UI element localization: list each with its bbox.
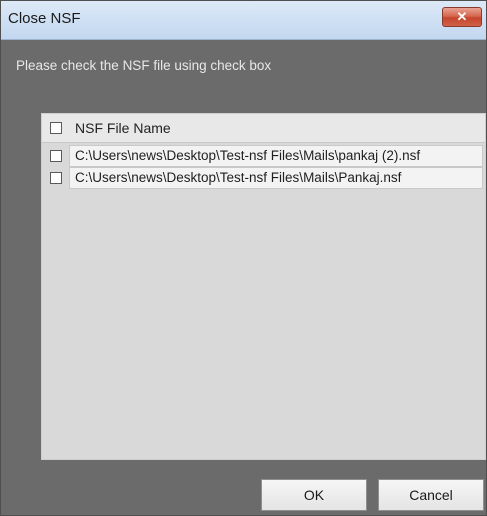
- file-path-cell: C:\Users\news\Desktop\Test-nsf Files\Mai…: [69, 145, 483, 167]
- list-header: NSF File Name: [42, 114, 485, 143]
- instruction-text: Please check the NSF file using check bo…: [16, 58, 272, 73]
- file-path-cell: C:\Users\news\Desktop\Test-nsf Files\Mai…: [69, 167, 483, 189]
- close-nsf-dialog: Close NSF ✕ Please check the NSF file us…: [0, 0, 487, 516]
- select-all-checkbox[interactable]: [50, 122, 62, 134]
- row-checkbox[interactable]: [50, 172, 62, 184]
- column-header-nsf-file-name: NSF File Name: [75, 120, 171, 136]
- ok-button[interactable]: OK: [261, 479, 367, 511]
- table-row[interactable]: C:\Users\news\Desktop\Test-nsf Files\Mai…: [42, 145, 485, 167]
- row-checkbox[interactable]: [50, 150, 62, 162]
- close-button[interactable]: ✕: [442, 7, 482, 27]
- table-row[interactable]: C:\Users\news\Desktop\Test-nsf Files\Mai…: [42, 167, 485, 189]
- close-icon: ✕: [456, 9, 468, 24]
- dialog-title: Close NSF: [8, 10, 81, 27]
- title-bar[interactable]: Close NSF ✕: [1, 1, 486, 40]
- cancel-button[interactable]: Cancel: [378, 479, 484, 511]
- nsf-file-list: NSF File Name C:\Users\news\Desktop\Test…: [41, 113, 486, 460]
